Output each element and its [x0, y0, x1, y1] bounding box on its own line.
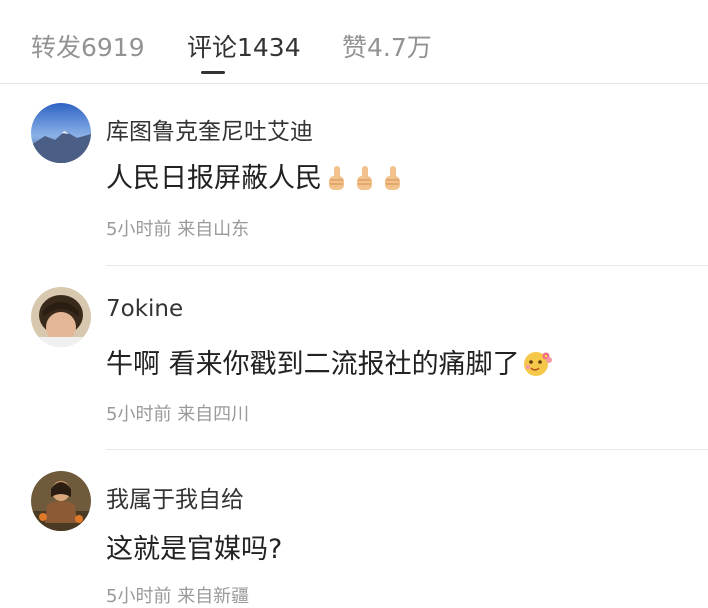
flower-face-icon	[522, 348, 552, 385]
comment-text-content: 牛啊 看来你戳到二流报社的痛脚了	[106, 349, 520, 380]
avatar-image	[31, 287, 91, 347]
avatar[interactable]	[31, 471, 91, 531]
divider	[106, 265, 708, 266]
comment-time: 5小时前	[106, 586, 172, 607]
thumbs-up-icon	[380, 164, 406, 199]
username[interactable]: 7okine	[106, 296, 183, 322]
comment-tabs: 转发6919 评论1434 赞4.7万	[0, 0, 708, 84]
thumbs-up-icon	[352, 164, 378, 199]
avatar[interactable]	[31, 103, 91, 163]
avatar[interactable]	[31, 287, 91, 347]
tab-reposts[interactable]: 转发6919	[31, 28, 145, 64]
comment-meta: 5小时前 来自山东	[106, 215, 249, 241]
active-tab-indicator	[201, 71, 225, 74]
comment-meta: 5小时前 来自新疆	[106, 582, 249, 608]
tab-comments[interactable]: 评论1434	[187, 28, 301, 64]
comment-location: 来自山东	[177, 219, 250, 240]
username[interactable]: 库图鲁克奎尼吐艾迪	[106, 112, 313, 146]
avatar-image	[31, 103, 91, 163]
divider	[106, 449, 708, 450]
thumbs-up-icon	[324, 164, 350, 199]
comment-time: 5小时前	[106, 219, 172, 240]
tab-likes[interactable]: 赞4.7万	[342, 28, 432, 64]
comment-text-content: 人民日报屏蔽人民	[106, 163, 322, 194]
comment-location: 来自四川	[177, 404, 250, 425]
avatar-image	[31, 471, 91, 531]
comment-text: 这就是官媒吗?	[106, 534, 283, 565]
comment-time: 5小时前	[106, 404, 172, 425]
comment-meta: 5小时前 来自四川	[106, 400, 249, 426]
comment-text: 人民日报屏蔽人民	[106, 156, 406, 199]
username[interactable]: 我属于我自给	[106, 480, 244, 514]
comment-text: 牛啊 看来你戳到二流报社的痛脚了	[106, 342, 552, 385]
comment-location: 来自新疆	[177, 586, 250, 607]
